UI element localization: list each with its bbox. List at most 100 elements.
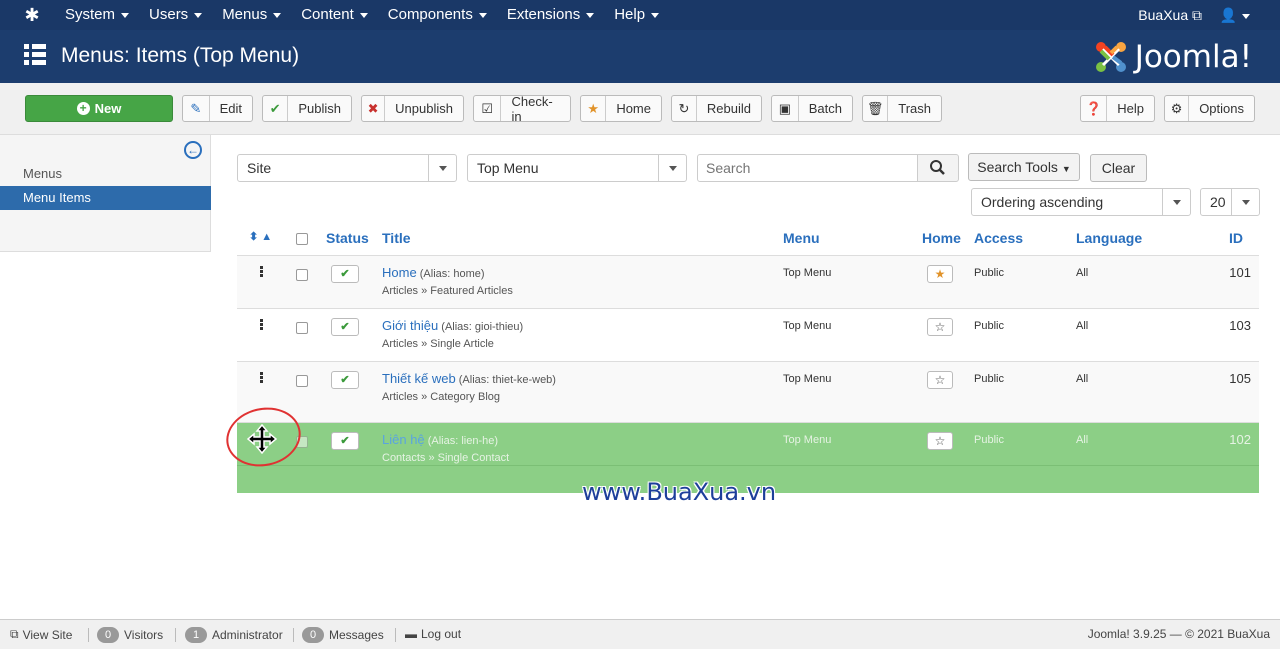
- menu-help[interactable]: Help: [604, 0, 669, 30]
- messages-link[interactable]: 0 Messages: [302, 627, 384, 643]
- menu-select[interactable]: Top Menu: [467, 154, 687, 182]
- drag-handle-icon[interactable]: [260, 266, 263, 278]
- home-star-icon[interactable]: ☆: [927, 432, 953, 450]
- user-menu[interactable]: 👤: [1220, 0, 1250, 30]
- menu-components[interactable]: Components: [378, 0, 497, 30]
- edit-button[interactable]: ✎ Edit: [182, 95, 253, 122]
- publish-button[interactable]: ✔ Publish: [262, 95, 352, 122]
- menu-help-label: Help: [614, 6, 646, 23]
- menu-content-label: Content: [301, 6, 354, 23]
- check-icon: ✔: [263, 96, 289, 121]
- chevron-down-icon: [1231, 189, 1259, 215]
- rebuild-button[interactable]: ↻ Rebuild: [671, 95, 762, 122]
- menu-header[interactable]: Menu: [783, 230, 820, 246]
- published-status-button[interactable]: ✔: [331, 265, 359, 283]
- limit-select[interactable]: 20: [1200, 188, 1260, 216]
- drag-handle-icon[interactable]: [260, 319, 263, 331]
- home-star-icon[interactable]: ☆: [927, 318, 953, 336]
- publish-button-label: Publish: [298, 101, 341, 116]
- table-row: ✔ Thiết kế web (Alias: thiet-ke-web) Art…: [237, 362, 1259, 423]
- checkbox-icon: ☑: [474, 96, 502, 121]
- item-title-link[interactable]: Liên hệ: [382, 432, 425, 447]
- view-site-link[interactable]: ⧉ View Site: [10, 627, 72, 642]
- menu-extensions-label: Extensions: [506, 6, 581, 23]
- drag-handle-icon[interactable]: [260, 372, 263, 384]
- menu-content[interactable]: Content: [291, 0, 378, 30]
- batch-button[interactable]: ▣ Batch: [771, 95, 853, 122]
- row-checkbox[interactable]: [296, 322, 308, 334]
- sidebar-item-menu-items[interactable]: Menu Items: [0, 186, 211, 210]
- page-title: Menus: Items (Top Menu): [61, 44, 300, 67]
- language-header[interactable]: Language: [1076, 230, 1142, 246]
- menu-components-label: Components: [387, 6, 473, 23]
- collapse-sidebar-icon[interactable]: ←: [184, 141, 202, 159]
- external-link-icon: ⧉: [10, 627, 19, 641]
- home-default-star-icon[interactable]: ★: [927, 265, 953, 283]
- item-language: All: [1076, 267, 1089, 279]
- trash-button[interactable]: 🗑 Trash: [862, 95, 942, 122]
- status-footer: ⧉ View Site 0 Visitors 1 Administrator 0 Mes…: [0, 619, 1280, 649]
- search-tools-button[interactable]: Search Tools ▼: [968, 153, 1080, 181]
- search-input[interactable]: [697, 154, 918, 182]
- menu-users[interactable]: Users: [139, 0, 212, 30]
- select-all-checkbox[interactable]: [296, 233, 308, 245]
- home-button[interactable]: ★ Home: [580, 95, 662, 122]
- row-checkbox[interactable]: [296, 375, 308, 387]
- item-title-link[interactable]: Thiết kế web: [382, 371, 456, 386]
- published-status-button[interactable]: ✔: [331, 371, 359, 389]
- unpublish-button[interactable]: ✖ Unpublish: [361, 95, 464, 122]
- item-title-cell: Home (Alias: home): [382, 265, 485, 280]
- ordering-select[interactable]: Ordering ascending: [971, 188, 1191, 216]
- top-navbar: ✱ System Users Menus Content Components …: [0, 0, 1280, 30]
- sidebar-item-menus[interactable]: Menus: [0, 162, 211, 186]
- search-icon: [930, 160, 945, 175]
- id-header[interactable]: ID: [1229, 230, 1243, 246]
- brand-wordmark: Joomla!: [1134, 39, 1252, 75]
- item-alias: (Alias: thiet-ke-web): [458, 374, 556, 386]
- help-button[interactable]: ❓ Help: [1080, 95, 1155, 122]
- new-button[interactable]: + New: [25, 95, 173, 122]
- options-button[interactable]: ⚙ Options: [1164, 95, 1255, 122]
- published-status-button[interactable]: ✔: [331, 432, 359, 450]
- minus-icon: ▬: [405, 627, 417, 641]
- clear-button[interactable]: Clear: [1090, 154, 1147, 182]
- administrator-link[interactable]: 1 Administrator: [185, 627, 283, 643]
- status-header[interactable]: Status: [326, 230, 369, 246]
- item-language: All: [1076, 373, 1089, 385]
- menu-menus[interactable]: Menus: [212, 0, 291, 30]
- menu-system[interactable]: System: [55, 0, 139, 30]
- gear-icon: ⚙: [1165, 96, 1190, 121]
- row-checkbox[interactable]: [296, 269, 308, 281]
- item-title-link[interactable]: Giới thiệu: [382, 318, 438, 333]
- item-title-link[interactable]: Home: [382, 265, 417, 280]
- table-row: ✔ Home (Alias: home) Articles » Featured…: [237, 256, 1259, 309]
- item-type: Articles » Featured Articles: [382, 285, 513, 297]
- checkin-button[interactable]: ☑ Check-in: [473, 94, 571, 124]
- sidebar: ← Menus Menu Items: [0, 135, 211, 252]
- list-icon: [24, 44, 46, 66]
- item-title-cell: Liên hệ (Alias: lien-he): [382, 432, 498, 447]
- home-header[interactable]: Home: [922, 230, 961, 246]
- search-button[interactable]: [917, 154, 959, 182]
- visitors-count-badge: 0: [97, 627, 119, 643]
- messages-label: Messages: [329, 628, 384, 642]
- item-language: All: [1076, 320, 1089, 332]
- logout-link[interactable]: ▬ Log out: [405, 627, 461, 641]
- site-link[interactable]: BuaXua ⧉: [1138, 0, 1202, 30]
- unpublish-button-label: Unpublish: [395, 101, 453, 116]
- title-header[interactable]: Title: [382, 230, 411, 246]
- messages-count-badge: 0: [302, 627, 324, 643]
- item-access: Public: [974, 267, 1004, 279]
- joomla-logo-icon[interactable]: ✱: [22, 5, 42, 25]
- home-star-icon[interactable]: ☆: [927, 371, 953, 389]
- access-header[interactable]: Access: [974, 230, 1023, 246]
- item-language: All: [1076, 434, 1089, 446]
- published-status-button[interactable]: ✔: [331, 318, 359, 336]
- visitors-link[interactable]: 0 Visitors: [97, 627, 163, 643]
- client-select[interactable]: Site: [237, 154, 457, 182]
- item-type: Articles » Single Article: [382, 338, 494, 350]
- item-id: 105: [1229, 371, 1251, 386]
- item-access: Public: [974, 434, 1004, 446]
- menu-extensions[interactable]: Extensions: [497, 0, 604, 30]
- ordering-sort-icon[interactable]: ⬍ ▲: [249, 230, 272, 243]
